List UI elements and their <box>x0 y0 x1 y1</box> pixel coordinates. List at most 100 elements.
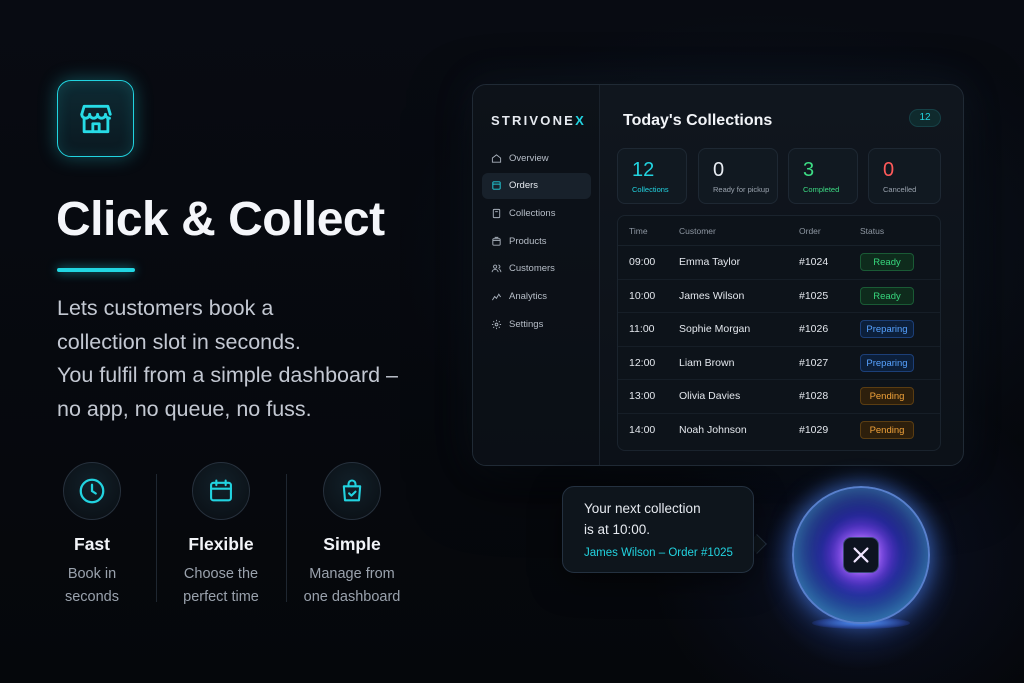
sidebar-item-settings[interactable]: Settings <box>482 311 591 337</box>
brand-logo[interactable]: STRIVONEX <box>491 113 586 128</box>
feature-divider <box>286 474 287 602</box>
sidebar-item-customers[interactable]: Customers <box>482 256 591 282</box>
feature-sub-line: one dashboard <box>303 589 401 605</box>
feature-list: Fast Book in seconds Flexible Choose the… <box>28 458 428 608</box>
collections-icon <box>491 208 502 219</box>
status-badge: Pending <box>860 421 914 440</box>
sidebar-item-products[interactable]: Products <box>482 228 591 254</box>
feature-icon-ring <box>192 462 250 520</box>
message-line: Your next collection <box>584 501 701 516</box>
cell-time: 09:00 <box>629 256 656 269</box>
stat-value: 12 <box>632 159 655 181</box>
home-icon <box>491 153 502 164</box>
column-header-status[interactable]: Status <box>860 226 940 236</box>
sidebar-item-label: Products <box>509 235 547 247</box>
brand-accent: X <box>575 113 586 128</box>
sidebar-item-label: Analytics <box>509 290 548 302</box>
feature-title: Fast <box>74 534 110 554</box>
sidebar-item-label: Settings <box>509 318 544 330</box>
sidebar-item-label: Orders <box>509 180 539 192</box>
sidebar-item-collections[interactable]: Collections <box>482 200 591 226</box>
feature-sub-line: Choose the <box>183 566 259 582</box>
feature-icon-ring <box>323 462 381 520</box>
status-badge: Pending <box>860 387 914 406</box>
assistant-message-bubble: Your next collection is at 10:00. James … <box>562 486 754 573</box>
feature-sub-line: Book in <box>67 566 117 582</box>
feature-sub-line: seconds <box>64 589 119 605</box>
cell-order: #1028 <box>799 390 829 403</box>
sidebar-item-orders[interactable]: Orders <box>482 172 591 199</box>
cell-time: 10:00 <box>629 289 656 302</box>
sidebar-nav: Overview Orders Collections Products Cus… <box>482 145 591 339</box>
status-badge: Preparing <box>860 353 914 372</box>
assistant-orb[interactable] <box>792 486 930 624</box>
collections-count-badge: 12 <box>909 109 941 127</box>
table-row[interactable]: 11:00 Sophie Morgan #1026 Preparing <box>618 313 940 347</box>
feature-sub-line: perfect time <box>183 589 259 605</box>
table-header: Time Customer Order Status <box>618 216 940 246</box>
page-title: Today's Collections <box>623 112 773 129</box>
stat-label: Ready for pickup <box>713 185 770 194</box>
cell-customer: Olivia Davies <box>679 390 741 403</box>
sidebar-item-overview[interactable]: Overview <box>482 145 591 171</box>
orb-logo-chip <box>843 537 879 573</box>
dashboard-window: STRIVONEX Overview Orders Collections Pr… <box>472 84 964 466</box>
cell-order: #1029 <box>799 424 829 437</box>
sidebar-item-label: Collections <box>509 207 556 219</box>
brand-name: STRIVONE <box>491 113 576 128</box>
message-line: is at 10:00. <box>584 522 651 537</box>
stat-card-cancelled[interactable]: 0 Cancelled <box>868 148 941 204</box>
promo-page: Click & Collect Lets customers book a co… <box>0 0 1024 683</box>
feature-title: Flexible <box>188 534 254 554</box>
feature-title: Simple <box>323 534 381 554</box>
status-badge: Ready <box>860 253 914 272</box>
cell-time: 13:00 <box>629 390 656 403</box>
table-row[interactable]: 12:00 Liam Brown #1027 Preparing <box>618 347 940 380</box>
clock-icon <box>79 478 105 504</box>
cell-customer: Noah Johnson <box>679 424 747 437</box>
cell-customer: Liam Brown <box>679 356 735 369</box>
cell-customer: Emma Taylor <box>679 256 741 269</box>
column-header-customer[interactable]: Customer <box>679 226 799 236</box>
cell-order: #1027 <box>799 356 829 369</box>
collections-table: Time Customer Order Status 09:00 Emma Ta… <box>617 215 941 451</box>
storefront-logo-tile <box>57 80 134 157</box>
stat-label: Collections <box>632 185 669 194</box>
dashboard-main: Today's Collections 12 12 Collections 0 … <box>601 85 963 465</box>
box-icon <box>491 236 502 247</box>
cell-time: 14:00 <box>629 424 656 437</box>
stat-card-collections[interactable]: 12 Collections <box>617 148 687 204</box>
sidebar-item-analytics[interactable]: Analytics <box>482 283 591 309</box>
hero-title: Click & Collect <box>56 193 385 246</box>
stat-label: Cancelled <box>883 185 917 194</box>
hero-desc-line: Lets customers book a <box>57 296 274 320</box>
analytics-icon <box>491 291 502 302</box>
status-badge: Ready <box>860 286 914 305</box>
stat-card-ready[interactable]: 0 Ready for pickup <box>698 148 778 204</box>
feature-simple: Simple Manage from one dashboard <box>288 458 416 609</box>
table-row[interactable]: 13:00 Olivia Davies #1028 Pending <box>618 380 940 414</box>
users-icon <box>491 263 502 274</box>
feature-subtitle: Manage from one dashboard <box>288 563 416 609</box>
column-header-time[interactable]: Time <box>618 226 679 236</box>
hero-desc-line: collection slot in seconds. <box>57 329 301 354</box>
feature-flexible: Flexible Choose the perfect time <box>157 458 285 609</box>
feature-sub-line: Manage from <box>309 566 395 582</box>
stat-value: 3 <box>803 159 815 181</box>
sidebar-item-label: Customers <box>509 263 555 275</box>
message-order-link[interactable]: James Wilson – Order #1025 <box>584 547 733 559</box>
cell-customer: James Wilson <box>679 289 745 302</box>
hero-desc-line: You fulfil from a simple dashboard – <box>57 363 399 387</box>
table-row[interactable]: 14:00 Noah Johnson #1029 Pending <box>618 414 940 448</box>
cell-order: #1025 <box>799 289 829 302</box>
table-row[interactable]: 09:00 Emma Taylor #1024 Ready <box>618 246 940 280</box>
cell-time: 11:00 <box>629 323 655 336</box>
cell-customer: Sophie Morgan <box>679 323 751 336</box>
status-badge: Preparing <box>860 320 914 339</box>
hero-underline <box>57 268 135 272</box>
table-row[interactable]: 10:00 James Wilson #1025 Ready <box>618 280 940 313</box>
hero-description: Lets customers book a collection slot in… <box>57 292 437 426</box>
stat-card-completed[interactable]: 3 Completed <box>788 148 858 204</box>
column-header-order[interactable]: Order <box>799 226 860 236</box>
x-logo-icon <box>853 547 869 563</box>
